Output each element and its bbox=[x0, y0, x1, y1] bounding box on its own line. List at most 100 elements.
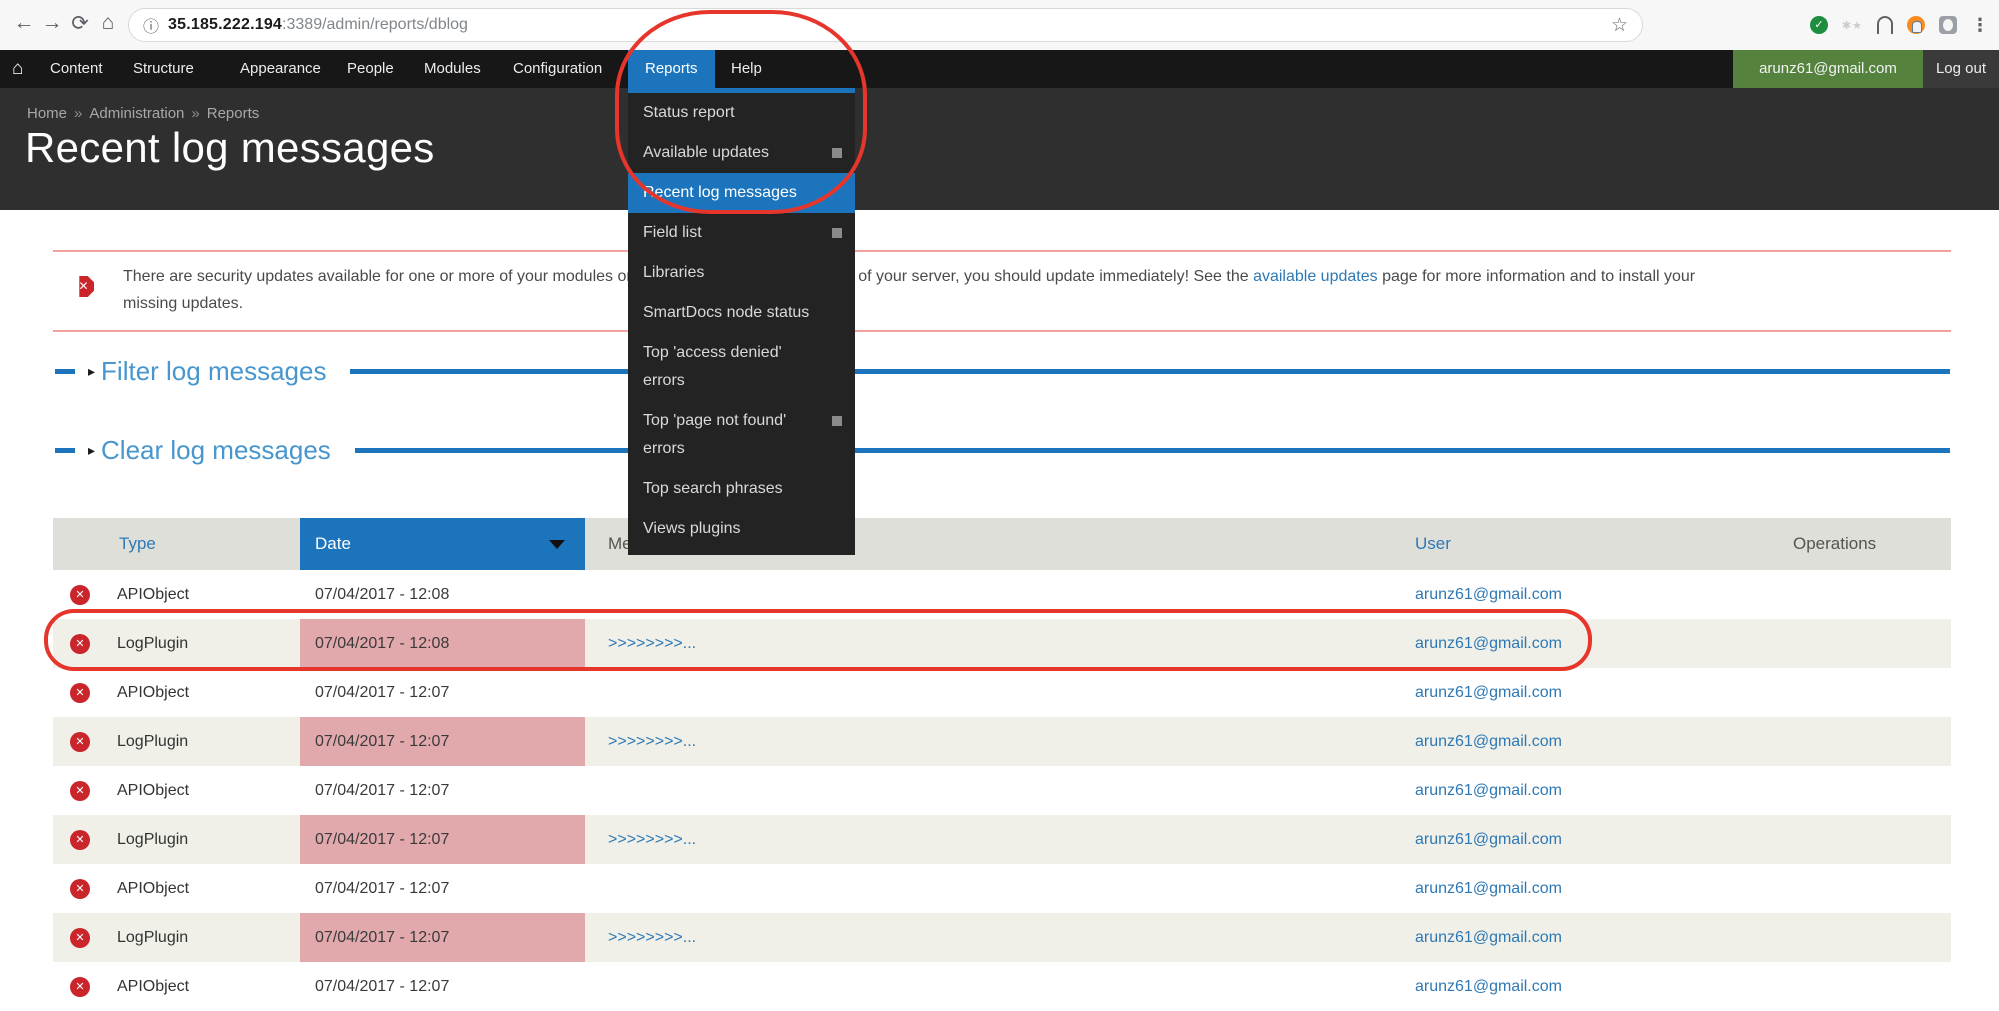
toolbar-item-reports-active[interactable]: Reports bbox=[628, 50, 715, 88]
table-row: ✕ APIObject 07/04/2017 - 12:08 arunz61@g… bbox=[53, 570, 1951, 619]
error-severity-icon: ✕ bbox=[70, 634, 90, 654]
toolbar-item-structure[interactable]: Structure bbox=[133, 50, 194, 88]
column-header-type[interactable]: Type bbox=[53, 518, 300, 570]
clear-log-messages-legend[interactable]: Clear log messages bbox=[101, 435, 331, 466]
error-severity-icon: ✕ bbox=[70, 830, 90, 850]
extension-check-icon[interactable]: ✓ bbox=[1810, 16, 1828, 34]
error-severity-icon: ✕ bbox=[70, 879, 90, 899]
table-row: ✕ APIObject 07/04/2017 - 12:07 arunz61@g… bbox=[53, 864, 1951, 913]
clear-log-messages-fieldset: ▸ Clear log messages bbox=[55, 432, 1950, 468]
sort-descending-icon bbox=[549, 540, 565, 549]
fieldset-dash bbox=[55, 369, 75, 374]
page-info-icon[interactable]: ⓘ bbox=[143, 13, 159, 37]
table-row: ✕ APIObject 07/04/2017 - 12:07 arunz61@g… bbox=[53, 962, 1951, 1011]
ghost-extension-icon[interactable] bbox=[1877, 16, 1893, 34]
forward-icon[interactable]: → bbox=[38, 11, 66, 35]
toolbar-item-content[interactable]: Content bbox=[50, 50, 103, 88]
log-type: LogPlugin bbox=[117, 929, 188, 947]
toolbar-item-appearance[interactable]: Appearance bbox=[240, 50, 321, 88]
menu-item-recent-log-messages-active[interactable]: Recent log messages bbox=[628, 173, 855, 213]
menu-item-top-access-denied-errors[interactable]: Top 'access denied' errors bbox=[628, 333, 855, 401]
toolbar-item-modules[interactable]: Modules bbox=[424, 50, 481, 88]
extensions-area: ✓ ✱★ ⋮ bbox=[1810, 0, 1989, 50]
reports-dropdown-menu: Status report Available updates Recent l… bbox=[628, 88, 855, 555]
toolbar-item-configuration[interactable]: Configuration bbox=[513, 50, 602, 88]
table-row: ✕ APIObject 07/04/2017 - 12:07 arunz61@g… bbox=[53, 668, 1951, 717]
log-user-link[interactable]: arunz61@gmail.com bbox=[1415, 684, 1562, 702]
table-row: ✕ APIObject 07/04/2017 - 12:07 arunz61@g… bbox=[53, 766, 1951, 815]
log-user-link[interactable]: arunz61@gmail.com bbox=[1415, 929, 1562, 947]
breadcrumb-reports[interactable]: Reports bbox=[207, 105, 260, 122]
module-badge bbox=[832, 228, 842, 238]
table-row: ✕ LogPlugin 07/04/2017 - 12:08 >>>>>>>>.… bbox=[53, 619, 1951, 668]
fieldset-dash bbox=[55, 448, 75, 453]
log-message-link[interactable]: >>>>>>>>... bbox=[608, 733, 696, 751]
log-message-link[interactable]: >>>>>>>>... bbox=[608, 831, 696, 849]
log-type: APIObject bbox=[117, 684, 189, 702]
menu-item-available-updates[interactable]: Available updates bbox=[628, 133, 855, 173]
security-update-warning-text: There are security updates available for… bbox=[123, 263, 1933, 317]
recent-log-messages-table: Type Date Message User Operations ✕ APIO… bbox=[53, 518, 1951, 1011]
table-row: ✕ LogPlugin 07/04/2017 - 12:07 >>>>>>>>.… bbox=[53, 815, 1951, 864]
menu-item-status-report[interactable]: Status report bbox=[628, 93, 855, 133]
log-user-link[interactable]: arunz61@gmail.com bbox=[1415, 586, 1562, 604]
module-badge bbox=[832, 148, 842, 158]
menu-item-top-page-not-found-errors[interactable]: Top 'page not found' errors bbox=[628, 401, 855, 469]
back-icon[interactable]: ← bbox=[10, 11, 38, 35]
filter-log-messages-legend[interactable]: Filter log messages bbox=[101, 356, 326, 387]
page-header: Home»Administration»Reports Recent log m… bbox=[0, 88, 1999, 210]
log-user-link[interactable]: arunz61@gmail.com bbox=[1415, 733, 1562, 751]
log-type: APIObject bbox=[117, 782, 189, 800]
browser-menu-icon[interactable]: ⋮ bbox=[1971, 15, 1989, 36]
log-message-link[interactable]: >>>>>>>>... bbox=[608, 635, 696, 653]
openvpn-extension-icon[interactable] bbox=[1907, 16, 1925, 34]
log-type: LogPlugin bbox=[117, 831, 188, 849]
log-date: 07/04/2017 - 12:08 bbox=[315, 635, 449, 653]
log-user-link[interactable]: arunz61@gmail.com bbox=[1415, 978, 1562, 996]
available-updates-link[interactable]: available updates bbox=[1253, 268, 1378, 285]
toolbar-item-people[interactable]: People bbox=[347, 50, 394, 88]
error-severity-icon: ✕ bbox=[70, 781, 90, 801]
log-message-link[interactable]: >>>>>>>>... bbox=[608, 929, 696, 947]
log-user-link[interactable]: arunz61@gmail.com bbox=[1415, 831, 1562, 849]
account-email-button[interactable]: arunz61@gmail.com bbox=[1733, 50, 1923, 88]
url-bar[interactable]: ⓘ 35.185.222.194 :3389/admin/reports/dbl… bbox=[128, 8, 1643, 42]
breadcrumb: Home»Administration»Reports bbox=[27, 105, 259, 122]
log-date: 07/04/2017 - 12:07 bbox=[315, 733, 449, 751]
collapsed-arrow-icon: ▸ bbox=[88, 442, 95, 459]
extension-disabled-icon[interactable]: ✱★ bbox=[1842, 19, 1863, 32]
log-date: 07/04/2017 - 12:07 bbox=[315, 684, 449, 702]
log-user-link[interactable]: arunz61@gmail.com bbox=[1415, 782, 1562, 800]
reload-icon[interactable]: ⟳ bbox=[66, 11, 94, 36]
error-icon: ✕ bbox=[73, 276, 94, 297]
home-icon[interactable]: ⌂ bbox=[94, 11, 122, 35]
admin-home-icon[interactable]: ⌂ bbox=[12, 50, 23, 88]
toolbar-item-help[interactable]: Help bbox=[714, 50, 779, 88]
table-header-row: Type Date Message User Operations bbox=[53, 518, 1951, 570]
table-row: ✕ LogPlugin 07/04/2017 - 12:07 >>>>>>>>.… bbox=[53, 913, 1951, 962]
menu-item-top-search-phrases[interactable]: Top search phrases bbox=[628, 469, 855, 509]
column-header-user[interactable]: User bbox=[1415, 518, 1693, 570]
gray-extension-icon[interactable] bbox=[1939, 16, 1957, 34]
log-user-link[interactable]: arunz61@gmail.com bbox=[1415, 880, 1562, 898]
menu-item-field-list[interactable]: Field list bbox=[628, 213, 855, 253]
log-user-link[interactable]: arunz61@gmail.com bbox=[1415, 635, 1562, 653]
menu-item-libraries[interactable]: Libraries bbox=[628, 253, 855, 293]
log-type: APIObject bbox=[117, 586, 189, 604]
logout-button[interactable]: Log out bbox=[1923, 50, 1999, 88]
breadcrumb-administration[interactable]: Administration bbox=[89, 105, 184, 122]
fieldset-border-line bbox=[350, 369, 1950, 374]
table-row: ✕ LogPlugin 07/04/2017 - 12:07 >>>>>>>>.… bbox=[53, 717, 1951, 766]
log-type: APIObject bbox=[117, 978, 189, 996]
url-path: :3389/admin/reports/dblog bbox=[282, 16, 468, 34]
log-date: 07/04/2017 - 12:07 bbox=[315, 978, 449, 996]
breadcrumb-home[interactable]: Home bbox=[27, 105, 67, 122]
module-badge bbox=[832, 416, 842, 426]
error-severity-icon: ✕ bbox=[70, 732, 90, 752]
menu-item-smartdocs-node-status[interactable]: SmartDocs node status bbox=[628, 293, 855, 333]
bookmark-star-icon[interactable]: ☆ bbox=[1611, 14, 1628, 37]
admin-toolbar: ⌂ Content Structure Appearance People Mo… bbox=[0, 50, 1999, 88]
column-header-date-sorted[interactable]: Date bbox=[300, 518, 585, 570]
log-date: 07/04/2017 - 12:08 bbox=[315, 586, 449, 604]
menu-item-views-plugins[interactable]: Views plugins bbox=[628, 509, 855, 549]
